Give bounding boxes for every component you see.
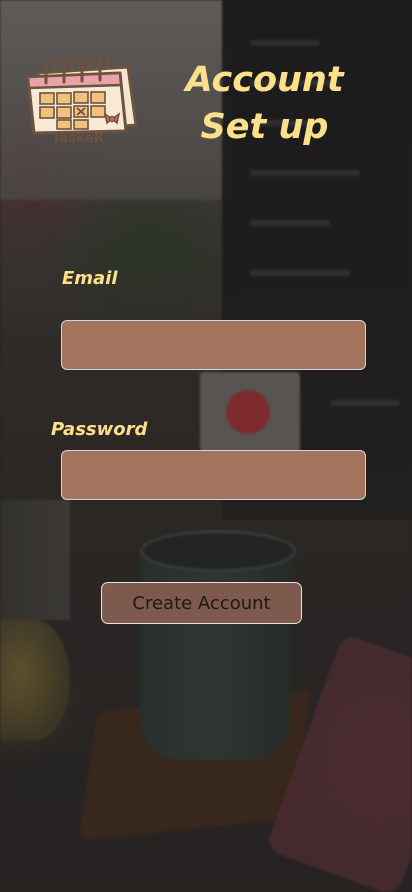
password-label: Password [51, 419, 148, 440]
create-account-button[interactable]: Create Account [101, 582, 302, 624]
logo-text: TaskeR [52, 131, 105, 146]
email-label: Email [62, 268, 118, 289]
password-field[interactable] [61, 450, 366, 500]
page-title: Account Set up [172, 57, 357, 151]
account-setup-screen: TaskeR Account Set up Email Password Cre… [0, 0, 412, 892]
page-title-line1: Account [185, 60, 344, 100]
page-title-line2: Set up [200, 107, 329, 147]
email-field[interactable] [61, 320, 366, 370]
